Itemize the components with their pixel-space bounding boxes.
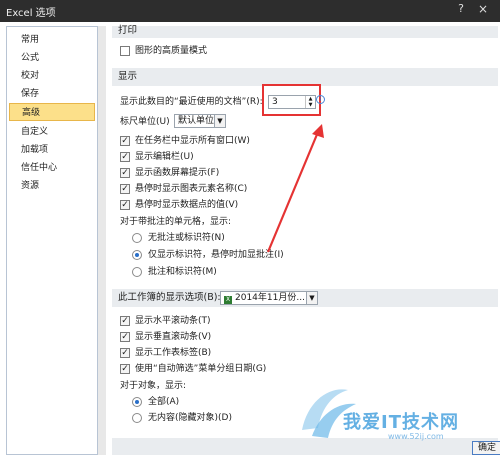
workbook-select[interactable]: X 2014年11月份... ▼ [220, 291, 318, 305]
vertical-scrollbar-option[interactable]: ✓ 显示垂直滚动条(V) [120, 330, 211, 344]
function-screentips-option[interactable]: ✓ 显示函数屏幕提示(F) [120, 166, 219, 180]
sidebar-item-addins[interactable]: 加载项 [9, 141, 95, 159]
workbook-value: 2014年11月份... [235, 293, 305, 303]
show-formula-bar-option[interactable]: ✓ 显示编辑栏(U) [120, 150, 194, 164]
excel-workbook-icon: X [224, 296, 232, 304]
ruler-unit-value: 默认单位 [178, 116, 215, 126]
chart-element-names-checkbox[interactable]: ✓ [120, 183, 130, 194]
data-point-values-option[interactable]: ✓ 悬停时显示数据点的值(V) [120, 198, 238, 212]
sidebar-item-save[interactable]: 保存 [9, 85, 95, 103]
objects-option-nothing[interactable]: 无内容(隐藏对象)(D) [132, 411, 232, 425]
sheet-tabs-checkbox[interactable]: ✓ [120, 347, 130, 358]
data-point-values-checkbox[interactable]: ✓ [120, 199, 130, 210]
high-quality-checkbox[interactable] [120, 45, 130, 56]
help-icon[interactable]: ? [453, 2, 469, 18]
objects-option-all[interactable]: 全部(A) [132, 395, 179, 409]
show-all-windows-option[interactable]: ✓ 在任务栏中显示所有窗口(W) [120, 134, 250, 148]
ruler-unit-select[interactable]: 默认单位 ▼ [174, 114, 226, 128]
sidebar-item-customize[interactable]: 自定义 [9, 123, 95, 141]
annotation-highlight-box [262, 84, 321, 116]
sheet-tabs-option[interactable]: ✓ 显示工作表标签(B) [120, 346, 211, 360]
objects-all-radio[interactable] [132, 396, 142, 407]
comment-option-all[interactable]: 批注和标识符(M) [132, 265, 217, 279]
content-scrollbar[interactable] [98, 26, 106, 455]
workbook-section-label: 此工作簿的显示选项(B): [118, 292, 221, 303]
comment-option-none[interactable]: 无批注或标识符(N) [132, 231, 225, 245]
horizontal-scrollbar-option[interactable]: ✓ 显示水平滚动条(T) [120, 314, 211, 328]
horizontal-scrollbar-checkbox[interactable]: ✓ [120, 315, 130, 326]
function-screentips-checkbox[interactable]: ✓ [120, 167, 130, 178]
ruler-unit-label: 标尺单位(U) [120, 117, 170, 127]
show-formula-bar-checkbox[interactable]: ✓ [120, 151, 130, 162]
recent-docs-label: 显示此数目的“最近使用的文档”(R): [120, 97, 263, 107]
autofilter-group-dates-checkbox[interactable]: ✓ [120, 363, 130, 374]
sidebar-item-formulas[interactable]: 公式 [9, 49, 95, 67]
vertical-scrollbar-checkbox[interactable]: ✓ [120, 331, 130, 342]
chart-element-names-option[interactable]: ✓ 悬停时显示图表元素名称(C) [120, 182, 247, 196]
chevron-down-icon: ▼ [214, 115, 225, 127]
high-quality-graphics-option[interactable]: 图形的高质量模式 [120, 44, 207, 58]
comment-all-radio[interactable] [132, 266, 142, 277]
sidebar-item-resources[interactable]: 资源 [9, 177, 95, 195]
info-icon: i [316, 95, 325, 104]
watermark-text: 我爱IT技术网 [343, 412, 459, 433]
watermark-url: www.52ij.com [388, 432, 444, 441]
window-title: Excel 选项 [6, 8, 56, 19]
sidebar-item-common[interactable]: 常用 [9, 31, 95, 49]
ok-button[interactable]: 确定 [472, 441, 500, 455]
autofilter-group-dates-option[interactable]: ✓ 使用“自动筛选”菜单分组日期(G) [120, 362, 266, 376]
show-all-windows-checkbox[interactable]: ✓ [120, 135, 130, 146]
comments-display-label: 对于带批注的单元格，显示: [120, 217, 232, 227]
objects-display-label: 对于对象，显示: [120, 381, 187, 391]
options-sidebar: 常用 公式 校对 保存 高级 自定义 加载项 信任中心 资源 [6, 26, 98, 455]
objects-nothing-radio[interactable] [132, 412, 142, 423]
comment-indicator-radio[interactable] [132, 249, 142, 260]
title-bar: Excel 选项 ? × [0, 0, 500, 22]
chevron-down-icon: ▼ [306, 292, 317, 304]
comment-none-radio[interactable] [132, 232, 142, 243]
print-section-header: 打印 [112, 26, 498, 38]
sidebar-item-advanced[interactable]: 高级 [9, 103, 95, 121]
comment-option-indicator[interactable]: 仅显示标识符，悬停时加显批注(I) [132, 248, 284, 262]
sidebar-item-proofing[interactable]: 校对 [9, 67, 95, 85]
sidebar-item-trust-center[interactable]: 信任中心 [9, 159, 95, 177]
close-icon[interactable]: × [472, 2, 494, 18]
